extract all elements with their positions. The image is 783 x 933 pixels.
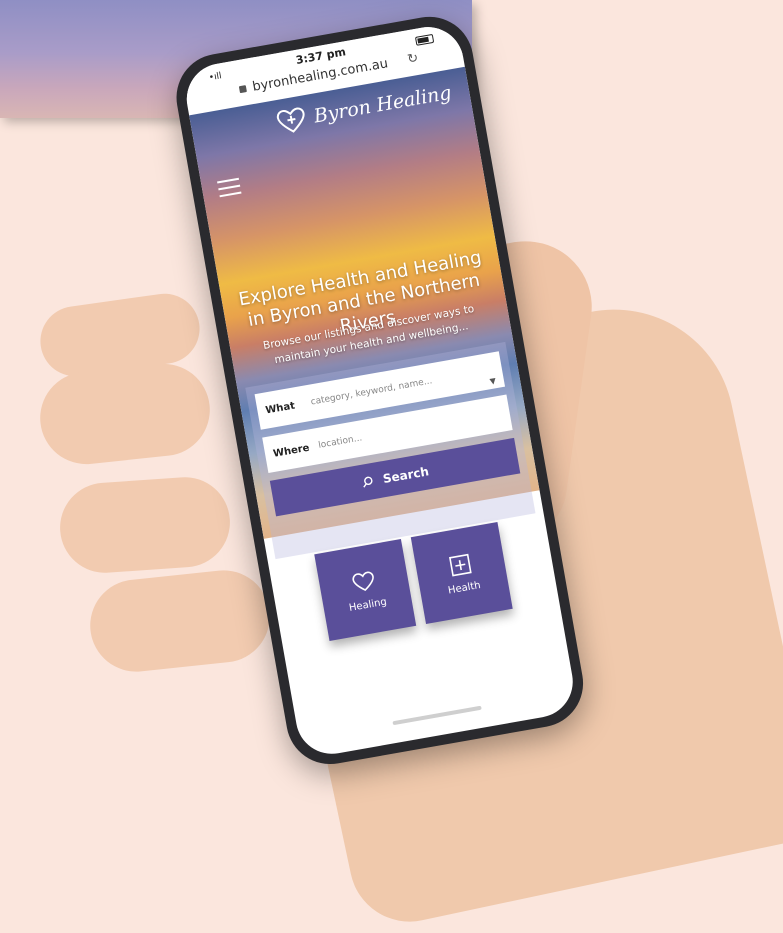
home-indicator <box>299 689 576 744</box>
tile-health-label: Health <box>447 579 482 597</box>
logo-text: Byron Healing <box>312 81 454 128</box>
hand-finger-ring <box>57 474 233 576</box>
what-label: What <box>264 400 296 417</box>
search-button-label: Search <box>381 464 430 487</box>
hand-finger-middle <box>35 359 215 469</box>
where-label: Where <box>272 442 311 460</box>
tile-healing[interactable]: Healing <box>314 539 417 641</box>
hamburger-menu-icon[interactable] <box>217 177 242 203</box>
plus-square-icon <box>448 553 472 576</box>
search-icon <box>363 476 373 488</box>
lock-icon <box>239 84 248 93</box>
reload-icon[interactable]: ↻ <box>406 50 419 67</box>
hero-section: Byron Healing Explore Health and Healing… <box>189 66 540 560</box>
caret-down-icon[interactable]: ▼ <box>489 376 497 386</box>
heart-plus-logo-icon <box>276 107 305 133</box>
tile-health[interactable]: Health <box>410 522 513 624</box>
tile-healing-label: Healing <box>348 596 388 614</box>
heart-icon <box>352 571 374 591</box>
battery-icon <box>414 33 435 46</box>
phone-mockup: •ıll 3:37 pm byronhealing.com.au ↻ Byron… <box>169 9 601 830</box>
hand-finger-little <box>85 565 275 677</box>
